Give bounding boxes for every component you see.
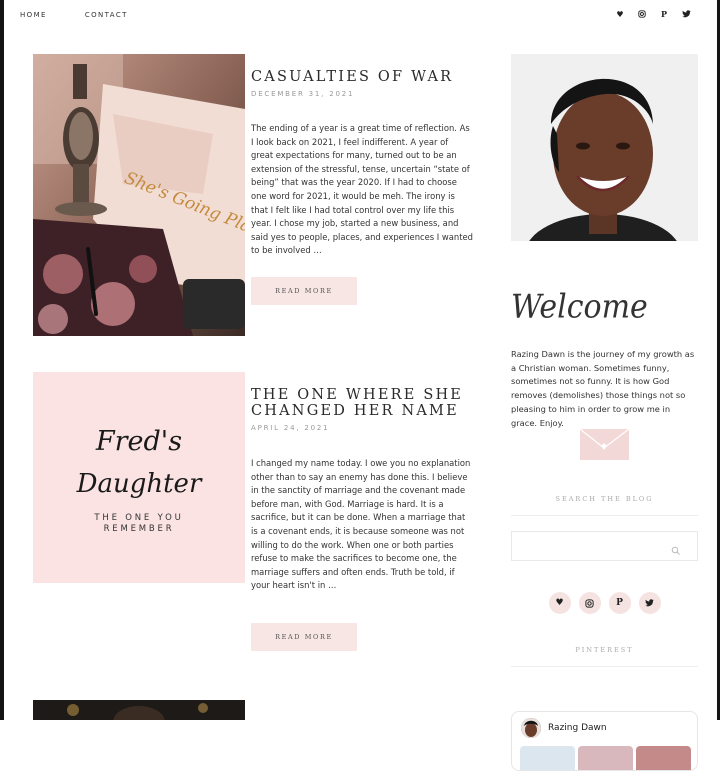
envelope-icon[interactable] — [511, 428, 698, 461]
pinterest-name[interactable]: Razing Dawn — [548, 723, 607, 733]
post-2-image[interactable]: Fred's Daughter THE ONE YOU REMEMBER — [33, 372, 245, 583]
post-2-read-more-button[interactable]: READ MORE — [251, 623, 357, 651]
pinterest-widget[interactable]: Razing Dawn — [511, 711, 698, 771]
top-social-links: ♥ P — [614, 8, 692, 20]
post-1-image[interactable]: She's Going Places — [33, 54, 245, 336]
welcome-heading: Welcome — [511, 288, 698, 327]
welcome-script: Welcome — [511, 288, 648, 327]
post-1-title[interactable]: CASUALTIES OF WAR — [251, 69, 473, 85]
left-frame-border — [0, 0, 4, 720]
pin-thumb[interactable] — [636, 746, 691, 770]
heart-icon[interactable]: ♥ — [614, 8, 626, 20]
pinterest-avatar — [521, 718, 541, 738]
search-box — [511, 531, 698, 561]
search-heading: SEARCH THE BLOG — [555, 495, 654, 503]
twitter-icon[interactable] — [680, 8, 692, 20]
post-2-excerpt: I changed my name today. I owe you no ex… — [251, 458, 471, 591]
post-1-excerpt: The ending of a year is a great time of … — [251, 123, 473, 256]
about-text: Razing Dawn is the journey of my growth … — [511, 349, 695, 428]
instagram-icon[interactable] — [578, 592, 601, 614]
instagram-icon[interactable] — [636, 8, 648, 20]
nav-home-link[interactable]: HOME — [20, 11, 47, 19]
post-3-image[interactable] — [33, 700, 245, 720]
pinterest-icon[interactable]: P — [658, 8, 670, 20]
post-2-date: APRIL 24, 2021 — [251, 424, 330, 432]
pin-thumb[interactable] — [578, 746, 633, 770]
pinterest-heading: PINTEREST — [575, 646, 634, 654]
post-1-date: DECEMBER 31, 2021 — [251, 90, 355, 98]
post-1-text: CASUALTIES OF WAR DECEMBER 31, 2021 The … — [251, 69, 473, 258]
pin-thumb[interactable] — [520, 746, 575, 770]
heart-icon[interactable]: ♥ — [548, 592, 571, 614]
twitter-icon[interactable] — [638, 592, 661, 614]
search-icon[interactable] — [671, 541, 681, 555]
sidebar-social-links: ♥ P — [511, 592, 698, 614]
author-photo — [511, 54, 698, 241]
nav-contact-link[interactable]: CONTACT — [85, 11, 128, 19]
top-nav: HOME CONTACT — [20, 11, 128, 19]
post-1-read-more-button[interactable]: READ MORE — [251, 277, 357, 305]
post-2-text: THE ONE WHERE SHE CHANGED HER NAME APRIL… — [251, 387, 473, 593]
post-2-image-sub1: THE ONE YOU — [93, 513, 183, 523]
post-2-title[interactable]: THE ONE WHERE SHE CHANGED HER NAME — [251, 387, 473, 419]
pinterest-icon[interactable]: P — [608, 592, 631, 614]
search-divider — [511, 515, 698, 516]
post-2-image-line1: Fred's — [95, 426, 182, 457]
post-2-image-sub2: REMEMBER — [104, 524, 175, 534]
pinterest-divider — [511, 666, 698, 667]
search-input[interactable] — [516, 533, 670, 561]
post-2-image-line2: Daughter — [76, 469, 203, 499]
